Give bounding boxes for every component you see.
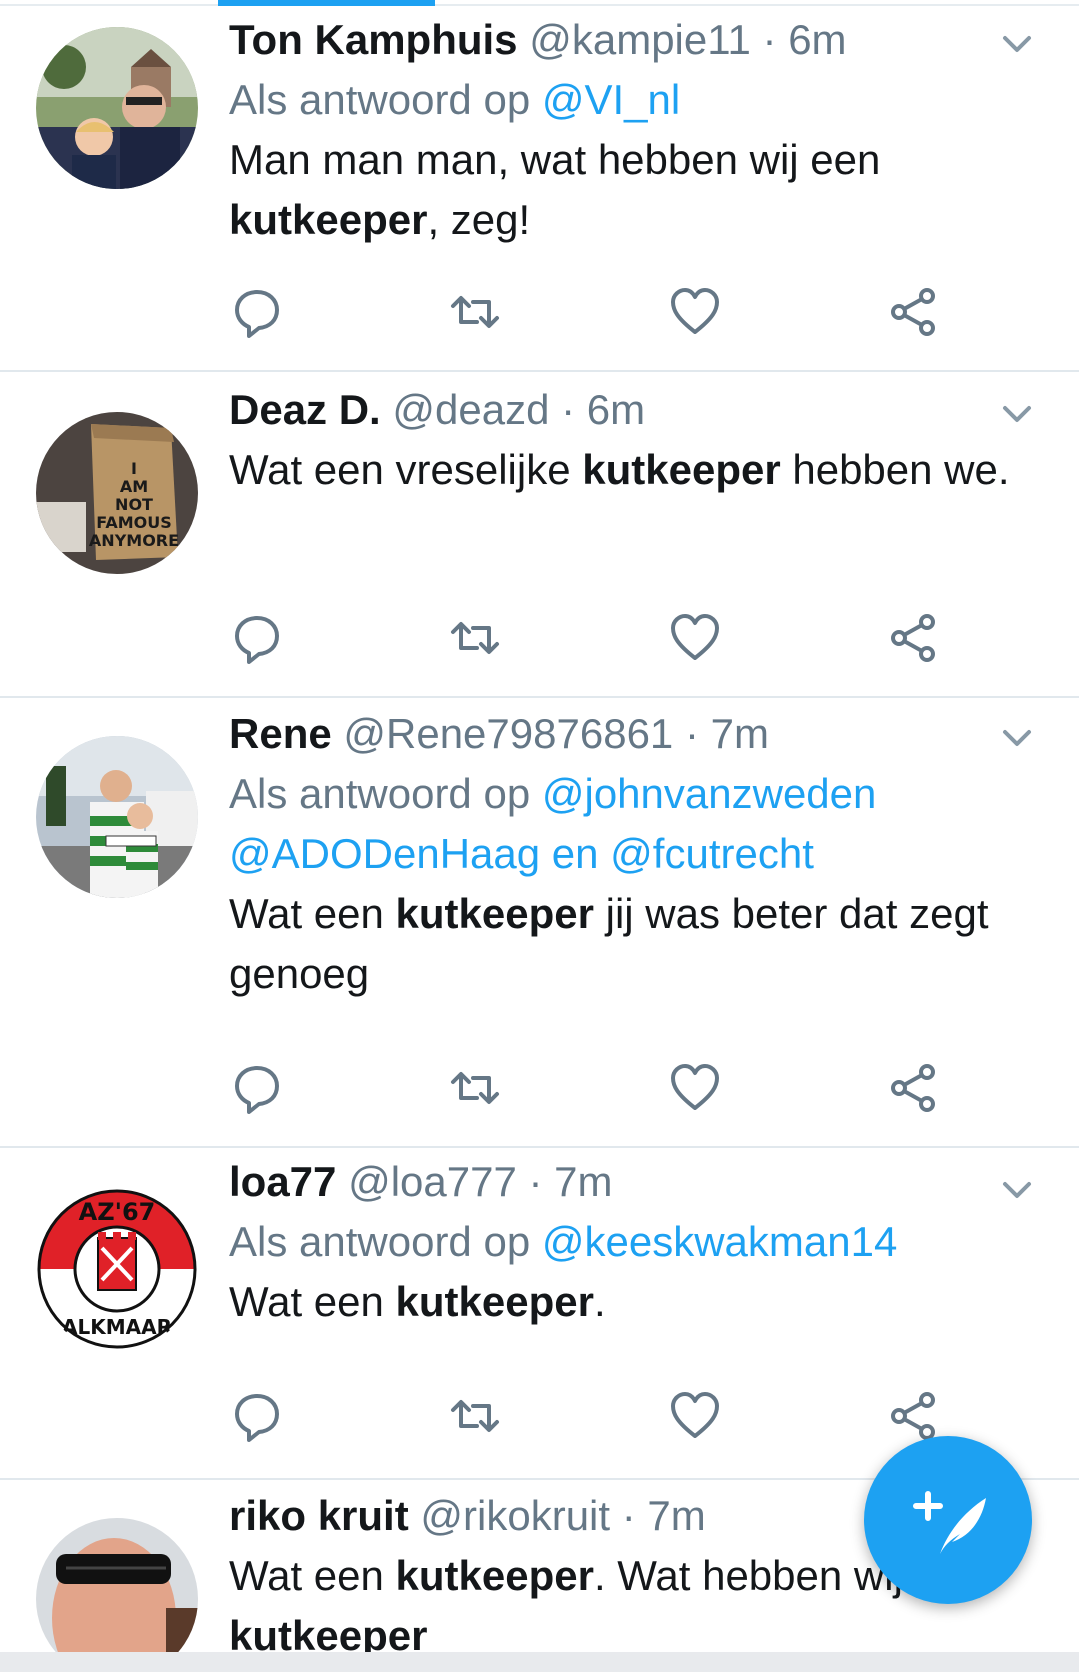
- reply-icon[interactable]: [229, 284, 285, 340]
- heart-icon[interactable]: [667, 610, 723, 666]
- retweet-icon[interactable]: [447, 284, 503, 340]
- compose-tweet-button[interactable]: [864, 1436, 1032, 1604]
- heart-icon[interactable]: [667, 1388, 723, 1444]
- tweet-actions: [229, 284, 959, 340]
- tweet-text-highlight: kutkeeper: [395, 890, 594, 937]
- share-icon[interactable]: [885, 1060, 941, 1116]
- reply-prefix: Als antwoord op: [229, 1218, 531, 1265]
- avatar[interactable]: [36, 1518, 198, 1652]
- tweet-time: 6m: [788, 16, 847, 63]
- avatar[interactable]: I AM NOT FAMOUS ANYMORE: [36, 412, 198, 574]
- mention-link[interactable]: @keeskwakman14: [542, 1218, 897, 1265]
- tweet-author-handle[interactable]: @rikokruit: [420, 1492, 610, 1539]
- tweet-text-part: Wat een: [229, 1552, 396, 1599]
- tweet-text-part: Wat een vreselijke: [229, 446, 583, 493]
- tweet-author-handle[interactable]: @Rene79876861: [343, 710, 673, 757]
- tweet-item[interactable]: Rene @Rene79876861 · 7m Als antwoord op …: [0, 698, 1079, 1148]
- chevron-down-icon[interactable]: [997, 24, 1037, 64]
- tweet-item[interactable]: I AM NOT FAMOUS ANYMORE Deaz D. @deazd ·…: [0, 372, 1079, 698]
- mention-link[interactable]: @ADODenHaag: [229, 830, 540, 877]
- badge-text-top: AZ'67: [79, 1198, 156, 1226]
- reply-context: Als antwoord op @VI_nl: [229, 70, 1019, 130]
- tweet-text-part: hebben we.: [780, 446, 1010, 493]
- compose-tweet-icon: [913, 1491, 986, 1554]
- bottom-edge: [0, 1652, 1079, 1672]
- tweet-text-highlight: kutkeeper: [229, 1612, 428, 1652]
- tweet-author-name[interactable]: loa77: [229, 1158, 336, 1205]
- retweet-icon[interactable]: [447, 1060, 503, 1116]
- tweet-text: Wat een kutkeeper.: [229, 1272, 1019, 1332]
- tweet-actions: [229, 1060, 959, 1116]
- reply-icon[interactable]: [229, 610, 285, 666]
- avatar[interactable]: [36, 27, 198, 189]
- tweet-author-name[interactable]: Deaz D.: [229, 386, 381, 433]
- share-icon[interactable]: [885, 610, 941, 666]
- sign-text: I: [131, 459, 137, 478]
- reply-prefix: Als antwoord op: [229, 76, 531, 123]
- reply-prefix: Als antwoord op: [229, 770, 531, 817]
- tweet-text-highlight: kutkeeper: [582, 446, 781, 493]
- tweet-text-part: , zeg!: [427, 196, 531, 243]
- sign-text: AM: [120, 477, 148, 496]
- reply-context: Als antwoord op @keeskwakman14: [229, 1212, 1019, 1272]
- retweet-icon[interactable]: [447, 1388, 503, 1444]
- chevron-down-icon[interactable]: [997, 718, 1037, 758]
- sign-text: ANYMORE: [89, 531, 179, 550]
- tweet-actions: [229, 610, 959, 666]
- tweet-text: Man man man, wat hebben wij een kutkeepe…: [229, 130, 1019, 250]
- sign-text: NOT: [115, 495, 153, 514]
- tweet-text: Wat een kutkeeper jij was beter dat zegt…: [229, 884, 1019, 1004]
- share-icon[interactable]: [885, 284, 941, 340]
- tweet-text-highlight: kutkeeper: [395, 1552, 594, 1599]
- tweet-text-part: Wat een: [229, 1278, 396, 1325]
- reply-icon[interactable]: [229, 1388, 285, 1444]
- tweet-author-handle[interactable]: @kampie11: [529, 16, 751, 63]
- tweet-text-highlight: kutkeeper: [229, 196, 428, 243]
- tweet-text-part: .: [593, 1278, 606, 1325]
- mention-link[interactable]: @fcutrecht: [610, 830, 814, 877]
- heart-icon[interactable]: [667, 284, 723, 340]
- reply-icon[interactable]: [229, 1060, 285, 1116]
- tweet-author-name[interactable]: Rene: [229, 710, 332, 757]
- badge-text-bottom: ALKMAAR: [62, 1315, 172, 1339]
- tweet-author-name[interactable]: riko kruit: [229, 1492, 409, 1539]
- avatar[interactable]: AZ'67 ALKMAAR: [36, 1188, 198, 1350]
- mention-link[interactable]: @johnvanzweden: [542, 770, 877, 817]
- tweet-text-part: Man man man, wat hebben wij een: [229, 136, 881, 183]
- tweet-actions: [229, 1388, 959, 1444]
- reply-conjunction: en: [551, 830, 599, 877]
- tweet-time: 7m: [710, 710, 769, 757]
- tweet-text: Wat een vreselijke kutkeeper hebben we.: [229, 440, 1019, 500]
- heart-icon[interactable]: [667, 1060, 723, 1116]
- retweet-icon[interactable]: [447, 610, 503, 666]
- tweet-text-highlight: kutkeeper: [395, 1278, 594, 1325]
- tweet-author-name[interactable]: Ton Kamphuis: [229, 16, 518, 63]
- tweet-time: 7m: [554, 1158, 613, 1205]
- mention-link[interactable]: @VI_nl: [542, 76, 680, 123]
- tweet-author-handle[interactable]: @loa777: [348, 1158, 517, 1205]
- chevron-down-icon[interactable]: [997, 394, 1037, 434]
- chevron-down-icon[interactable]: [997, 1170, 1037, 1210]
- tweet-text-part: Wat een: [229, 890, 396, 937]
- tweet-author-handle[interactable]: @deazd: [392, 386, 549, 433]
- tweet-item[interactable]: AZ'67 ALKMAAR loa77 @loa777 · 7m Als ant…: [0, 1148, 1079, 1480]
- tweet-time: 7m: [647, 1492, 706, 1539]
- avatar[interactable]: [36, 736, 198, 898]
- reply-context: Als antwoord op @johnvanzweden @ADODenHaa…: [229, 764, 1019, 884]
- tweet-time: 6m: [586, 386, 646, 433]
- sign-text: FAMOUS: [96, 513, 172, 532]
- tweet-item[interactable]: Ton Kamphuis @kampie11 · 6m Als antwoord…: [0, 0, 1079, 372]
